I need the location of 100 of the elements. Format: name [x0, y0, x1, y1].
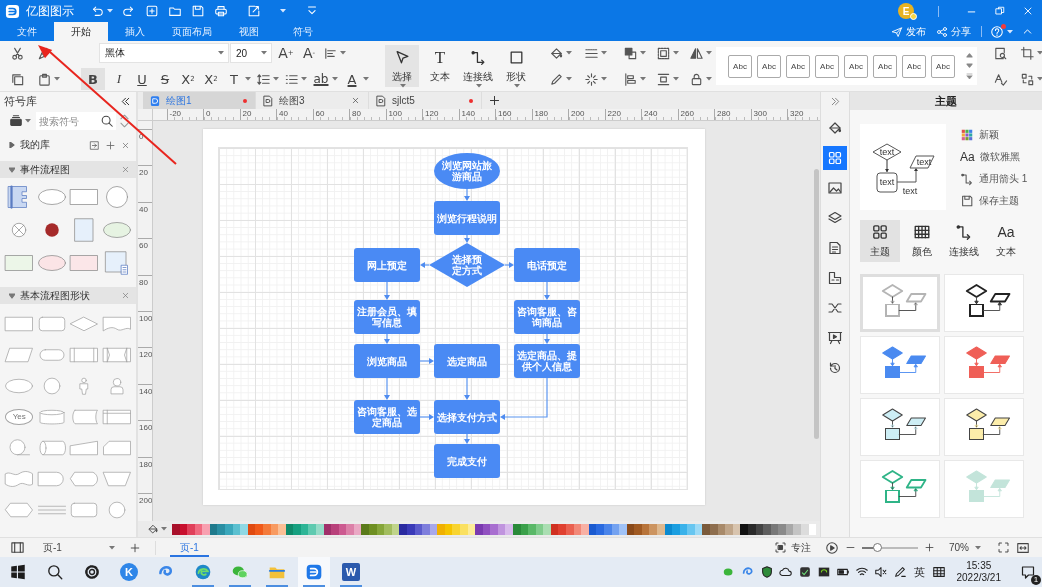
panel-tab[interactable]: 颜色	[902, 220, 942, 262]
font-size-dropdown[interactable]: 20	[230, 43, 272, 63]
app-icon: W	[342, 563, 360, 581]
superscript-button[interactable]: X$^{2}$	[179, 69, 197, 89]
style-swatch[interactable]: Abc	[786, 54, 810, 78]
highlight-button[interactable]: ab	[312, 69, 330, 89]
ruler-label: 0	[139, 132, 145, 141]
page-dropdown[interactable]: 页-1	[43, 540, 115, 555]
section-title: 事件流程图	[20, 162, 70, 177]
preview-label: text	[879, 146, 895, 157]
ruler-label: 240	[644, 109, 659, 118]
section-header[interactable]: 事件流程图	[0, 161, 136, 178]
ruler-label: 200	[571, 109, 586, 118]
process-node: 浏览行程说明	[434, 201, 500, 235]
clock-time[interactable]: 15:35	[966, 560, 992, 572]
strike-button[interactable]: S	[156, 69, 174, 89]
panel-title: 符号库	[4, 93, 37, 109]
app-title: 亿图图示	[26, 2, 74, 20]
ruler-label: 140	[139, 386, 152, 396]
menu-tab[interactable]: 插入	[108, 22, 162, 41]
publish-button[interactable]: 发布	[891, 22, 926, 41]
clear-button[interactable]: T	[225, 69, 243, 89]
ruler-label: 40	[139, 204, 149, 214]
ruler-label: 300	[753, 109, 768, 118]
notification-count: 1	[1031, 575, 1041, 585]
menu-tab[interactable]: 开始	[54, 22, 108, 41]
section-header[interactable]: 基本流程图形状	[0, 287, 136, 304]
ruler-label: 280	[717, 109, 732, 118]
style-swatch[interactable]: Abc	[844, 54, 868, 78]
ruler-label: 20	[139, 168, 149, 178]
ruler-label: -20	[169, 109, 183, 118]
style-swatch[interactable]: Abc	[728, 54, 752, 78]
ruler-label: 160	[498, 109, 513, 118]
text-tool-button[interactable]: T 文本	[423, 45, 457, 87]
style-swatch[interactable]: Abc	[931, 54, 955, 78]
focus-mode-button[interactable]: 专注	[774, 540, 811, 555]
style-swatch[interactable]: Abc	[757, 54, 781, 78]
ruler-label: 80	[352, 109, 362, 118]
taskbar-button[interactable]: W	[335, 557, 367, 587]
menu-tab[interactable]: 页面布局	[162, 22, 222, 41]
ruler-label: 20	[242, 109, 253, 118]
ruler-label: 100	[388, 109, 403, 118]
connector-tool-button[interactable]: 连接线	[461, 45, 495, 87]
font-dropdown[interactable]: 黑体	[99, 43, 229, 63]
bold-button[interactable]: B	[81, 68, 105, 90]
input-method-indicator[interactable]: 英	[913, 564, 925, 580]
ruler-label: 120	[139, 350, 152, 360]
style-swatch[interactable]: Abc	[815, 54, 839, 78]
ruler-label: 80	[139, 277, 149, 287]
start-node: 浏览网站旅游商品	[434, 153, 500, 189]
panel-tab[interactable]: 主题	[860, 220, 900, 262]
font-color-button[interactable]: A	[343, 69, 361, 89]
process-node: 电话预定	[514, 248, 580, 282]
panel-tab[interactable]: Aa 文本	[986, 220, 1026, 262]
ruler-label: 40	[279, 109, 289, 118]
grow-font-button[interactable]: A$^{+}$	[277, 43, 295, 63]
theme-option-button[interactable]: Aa 微软雅黑	[960, 148, 1028, 165]
process-node: 完成支付	[434, 444, 500, 478]
menu-tab[interactable]: 视图	[222, 22, 276, 41]
process-node: 选定商品	[434, 344, 500, 378]
zoom-dropdown[interactable]: 70%	[949, 542, 981, 553]
italic-button[interactable]: I	[110, 69, 128, 89]
preview-label: text	[916, 157, 932, 167]
ruler-label: 220	[607, 109, 622, 118]
ruler-label: 0	[206, 109, 212, 118]
process-node: 选择支付方式	[434, 400, 500, 434]
process-node: 咨询客服、选定商品	[354, 400, 420, 434]
taskbar-button[interactable]: K	[113, 557, 145, 587]
underline-button[interactable]: U	[133, 69, 151, 89]
menu-tab[interactable]: 文件	[0, 22, 54, 41]
search-field[interactable]: 搜索符号	[36, 112, 116, 130]
style-swatch[interactable]: Abc	[902, 54, 926, 78]
select-tool-button[interactable]: 选择	[385, 45, 419, 87]
decision-node: 选择预定方式	[429, 243, 505, 287]
clock-date[interactable]: 2022/3/21	[956, 572, 1001, 584]
ruler-label: 180	[534, 109, 549, 118]
app-icon: K	[120, 563, 138, 581]
ruler-label: 60	[315, 109, 326, 118]
shape-thumbnail[interactable]: Yes	[5, 408, 34, 425]
font-icon: Aa	[960, 149, 975, 164]
library-label[interactable]: 我的库	[20, 138, 50, 152]
panel-title: 主题	[850, 92, 1042, 110]
panel-tab[interactable]: 连接线	[944, 220, 984, 262]
process-node: 浏览商品	[354, 344, 420, 378]
process-node: 注册会员、填写信息	[354, 300, 420, 334]
style-swatch[interactable]: Abc	[873, 54, 897, 78]
text-tool-icon: T	[434, 49, 446, 66]
theme-option-button[interactable]: 通用箭头 1	[960, 170, 1028, 187]
ruler-label: 260	[680, 109, 695, 118]
text-icon: Aa	[997, 223, 1015, 241]
ruler-label: 180	[139, 459, 152, 469]
shrink-font-button[interactable]: A$^{-}$	[300, 43, 318, 63]
menu-tab[interactable]: 符号	[276, 22, 330, 41]
share-button[interactable]: 分享	[936, 22, 971, 41]
process-node: 网上预定	[354, 248, 420, 282]
theme-option-button[interactable]: 保存主题	[960, 192, 1028, 209]
shape-tool-button[interactable]: 形状	[499, 45, 533, 87]
preview-label: text	[879, 177, 895, 187]
section-title: 基本流程图形状	[20, 288, 90, 303]
theme-option-button[interactable]: 新颖	[960, 126, 1028, 143]
